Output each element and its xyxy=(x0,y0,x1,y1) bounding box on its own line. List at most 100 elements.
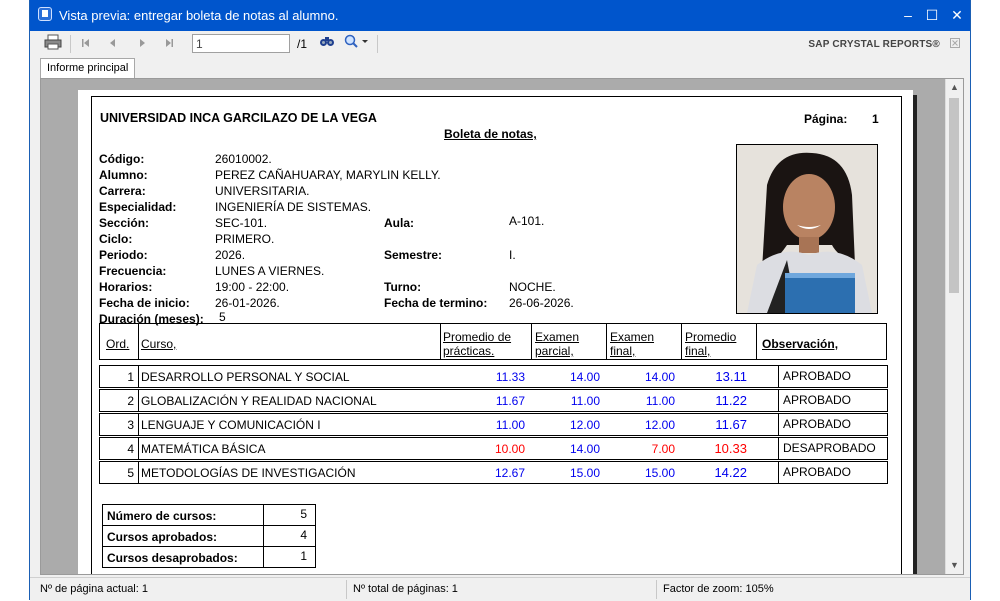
status-current-page: Nº de página actual: 1 xyxy=(40,583,148,595)
report-page: UNIVERSIDAD INCA GARCILAZO DE LA VEGA Bo… xyxy=(78,90,913,574)
student-photo xyxy=(736,144,878,314)
row-practicas: 11.33 xyxy=(495,370,525,384)
row-final: 7.00 xyxy=(651,442,675,456)
table-row: 4 MATEMÁTICA BÁSICA 10.00 14.00 7.00 10.… xyxy=(99,437,888,460)
row-curso: MATEMÁTICA BÁSICA xyxy=(141,442,266,456)
row-practicas: 10.00 xyxy=(494,442,525,456)
next-page-icon[interactable] xyxy=(133,34,151,54)
window-title: Vista previa: entregar boleta de notas a… xyxy=(59,8,339,23)
scroll-thumb[interactable] xyxy=(949,98,959,293)
seccion-label: Sección: xyxy=(99,216,150,230)
table-row: 5 METODOLOGÍAS DE INVESTIGACIÓN 12.67 15… xyxy=(99,461,888,484)
row-ord: 3 xyxy=(127,418,134,432)
previous-page-icon[interactable] xyxy=(104,34,122,54)
row-curso: LENGUAJE Y COMUNICACIÓN I xyxy=(141,418,321,432)
row-observacion: APROBADO xyxy=(783,393,852,407)
duracion-value: 5 xyxy=(219,310,226,324)
turno-label: Turno: xyxy=(384,280,422,294)
row-observacion: DESAPROBADO xyxy=(783,441,876,455)
alumno-value: PEREZ CAÑAHUARAY, MARYLIN KELLY. xyxy=(215,168,441,182)
title-bar[interactable]: Vista previa: entregar boleta de notas a… xyxy=(30,0,970,31)
especialidad-label: Especialidad: xyxy=(99,200,177,214)
university-name: UNIVERSIDAD INCA GARCILAZO DE LA VEGA xyxy=(100,111,377,125)
ciclo-value: PRIMERO. xyxy=(215,232,275,246)
print-icon[interactable] xyxy=(42,34,64,54)
row-parcial: 14.00 xyxy=(569,442,600,456)
row-ord: 1 xyxy=(127,370,134,384)
brand-label: SAP CRYSTAL REPORTS® xyxy=(808,39,940,50)
row-final: 12.00 xyxy=(644,418,675,432)
horarios-value: 19:00 - 22:00. xyxy=(215,280,290,294)
vertical-scrollbar[interactable]: ▲ ▼ xyxy=(945,79,963,574)
seccion-value: SEC-101. xyxy=(215,216,268,230)
table-row: 2 GLOBALIZACIÓN Y REALIDAD NACIONAL 11.6… xyxy=(99,389,888,412)
tab-informe-principal[interactable]: Informe principal xyxy=(40,58,136,78)
viewer-toolbar: /1 SAP CRYSTAL REPORTS® xyxy=(30,31,970,57)
codigo-label: Código: xyxy=(99,152,145,166)
page-shadow xyxy=(913,95,917,574)
fecha-inicio-label: Fecha de inicio: xyxy=(99,296,190,310)
table-row: 1 DESARROLLO PERSONAL Y SOCIAL 11.33 14.… xyxy=(99,365,888,388)
maximize-button[interactable]: ☐ xyxy=(920,4,944,26)
first-page-icon[interactable] xyxy=(77,34,95,54)
header-observacion: Observación, xyxy=(762,337,839,351)
report-preview-window: Vista previa: entregar boleta de notas a… xyxy=(29,0,971,601)
row-promedio: 14.22 xyxy=(714,465,747,480)
codigo-value: 26010002. xyxy=(215,152,272,166)
alumno-label: Alumno: xyxy=(99,168,148,182)
page-number-input[interactable] xyxy=(192,34,290,53)
row-final: 11.00 xyxy=(645,394,675,408)
row-ord: 4 xyxy=(127,442,134,456)
header-promedio-final: Promedio final, xyxy=(685,330,737,358)
summary-numero-cursos: Número de cursos: 5 xyxy=(102,504,316,526)
carrera-value: UNIVERSITARIA. xyxy=(215,184,310,198)
row-observacion: APROBADO xyxy=(783,369,852,383)
scroll-down-icon[interactable]: ▼ xyxy=(946,557,963,574)
turno-value: NOCHE. xyxy=(509,280,556,294)
row-parcial: 12.00 xyxy=(569,418,600,432)
last-page-icon[interactable] xyxy=(160,34,178,54)
header-promedio-practicas: Promedio de prácticas. xyxy=(443,330,512,358)
frecuencia-label: Frecuencia: xyxy=(99,264,167,278)
fecha-termino-value: 26-06-2026. xyxy=(509,296,574,310)
row-promedio: 11.22 xyxy=(715,393,747,408)
report-viewer[interactable]: UNIVERSIDAD INCA GARCILAZO DE LA VEGA Bo… xyxy=(40,78,964,575)
row-parcial: 15.00 xyxy=(569,466,600,480)
row-final: 15.00 xyxy=(644,466,675,480)
zoom-icon[interactable] xyxy=(343,34,371,54)
row-practicas: 11.67 xyxy=(495,394,525,408)
row-practicas: 12.67 xyxy=(494,466,525,480)
row-parcial: 11.00 xyxy=(570,394,600,408)
row-curso: GLOBALIZACIÓN Y REALIDAD NACIONAL xyxy=(141,394,377,408)
status-total-pages: Nº total de páginas: 1 xyxy=(353,583,458,595)
semestre-value: I. xyxy=(509,248,516,262)
summary-cursos-desaprobados: Cursos desaprobados: 1 xyxy=(102,546,316,568)
header-examen-parcial: Examen parcial, xyxy=(535,330,580,358)
fecha-inicio-value: 26-01-2026. xyxy=(215,296,280,310)
header-examen-final: Examen final, xyxy=(610,330,655,358)
row-promedio: 10.33 xyxy=(714,441,747,456)
page-number: 1 xyxy=(872,112,879,126)
row-ord: 5 xyxy=(127,466,134,480)
summary-cursos-aprobados: Cursos aprobados: 4 xyxy=(102,525,316,547)
row-curso: DESARROLLO PERSONAL Y SOCIAL xyxy=(141,370,350,384)
aula-value: A-101. xyxy=(509,214,545,228)
close-tab-icon[interactable] xyxy=(948,34,962,54)
periodo-label: Periodo: xyxy=(99,248,148,262)
carrera-label: Carrera: xyxy=(99,184,146,198)
table-row: 3 LENGUAJE Y COMUNICACIÓN I 11.00 12.00 … xyxy=(99,413,888,436)
header-ord: Ord. xyxy=(106,337,130,351)
ciclo-label: Ciclo: xyxy=(99,232,133,246)
frecuencia-value: LUNES A VIERNES. xyxy=(215,264,325,278)
row-observacion: APROBADO xyxy=(783,417,852,431)
status-bar: Nº de página actual: 1 Nº total de págin… xyxy=(30,577,970,601)
minimize-button[interactable]: – xyxy=(896,4,920,26)
page-total: /1 xyxy=(296,37,307,51)
scroll-up-icon[interactable]: ▲ xyxy=(946,79,963,96)
semestre-label: Semestre: xyxy=(384,248,443,262)
aula-label: Aula: xyxy=(384,216,414,230)
report-title: Boleta de notas, xyxy=(444,127,537,141)
find-icon[interactable] xyxy=(317,34,337,54)
row-practicas: 11.00 xyxy=(495,418,525,432)
close-button[interactable]: ✕ xyxy=(945,4,969,26)
